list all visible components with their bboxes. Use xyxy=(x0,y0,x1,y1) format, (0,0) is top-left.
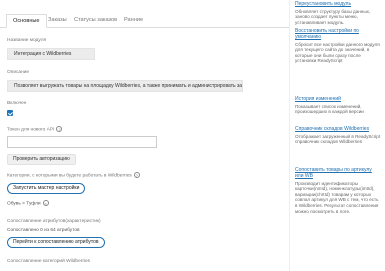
setup-wizard-button[interactable]: Запустить мастер настройки xyxy=(7,183,86,194)
enabled-checkbox[interactable] xyxy=(7,110,13,116)
help-icon[interactable]: ? xyxy=(56,126,63,132)
selected-categories: Обувь > Туфли xyxy=(7,201,41,207)
tab-order-statuses[interactable]: Статусы заказов xyxy=(74,14,117,28)
categories-label: Категории, с которыми вы будете работать… xyxy=(7,173,132,179)
tab-main[interactable]: Основные xyxy=(6,14,47,28)
selected-categories-wrap: Обувь > Туфли × xyxy=(7,200,49,206)
remove-icon[interactable]: × xyxy=(42,200,49,206)
module-name-label: Название модуля xyxy=(7,38,47,43)
tab-early[interactable]: Ранние xyxy=(124,14,143,28)
reinstall-link[interactable]: Переустановить модуль xyxy=(295,1,381,8)
token-label-wrap: Токен для нового API? xyxy=(7,126,63,133)
reinstall-desc: Обновляет структуру базы данных, заново … xyxy=(295,8,371,25)
categories-mapping-label: Сопоставление категорий Wildberries xyxy=(7,259,91,264)
sidebar-item-restore: Восстановить настройки по умолчанию Сбро… xyxy=(295,28,381,64)
help-icon[interactable]: ? xyxy=(133,172,140,178)
attributes-count: Сопоставлено 0 из 64 атрибутов xyxy=(7,228,80,233)
token-label: Токен для нового API xyxy=(7,127,55,133)
restore-desc: Сбросит все настройки данного модуля для… xyxy=(295,41,380,64)
restore-link[interactable]: Восстановить настройки по умолчанию xyxy=(295,28,381,41)
attributes-label: Сопоставление атрибутов(характеристик) xyxy=(7,219,101,224)
sidebar-item-warehouses: Справочник складов Wildberries Отображае… xyxy=(295,126,381,145)
sidebar-item-history: История изменений Показывает список изме… xyxy=(295,96,381,115)
match-desc: Производит идентификаторы карточки(nmId)… xyxy=(295,180,379,214)
module-name-input[interactable]: Интеграция с Wildberries xyxy=(7,48,95,60)
warehouses-link[interactable]: Справочник складов Wildberries xyxy=(295,126,381,133)
sidebar-item-match: Сопоставить товары по артикулу или WB Пр… xyxy=(295,167,381,214)
enabled-label: Включен xyxy=(7,101,27,106)
description-input[interactable]: Позволяет выгружать товары на площадку W… xyxy=(7,80,243,92)
warehouses-desc: Отображает загруженный в ReadyScript спр… xyxy=(295,133,381,145)
attributes-mapping-button[interactable]: Перейти к сопоставлению атрибутов xyxy=(7,237,105,248)
categories-label-wrap: Категории, с которыми вы будете работать… xyxy=(7,172,140,178)
token-input[interactable] xyxy=(7,136,157,148)
history-link[interactable]: История изменений xyxy=(295,96,381,103)
tab-orders[interactable]: Заказы xyxy=(48,14,67,28)
description-label: Описание xyxy=(7,70,30,75)
sidebar: Переустановить модуль Обновляет структур… xyxy=(289,0,385,271)
check-auth-button[interactable]: Проверить авторизацию xyxy=(7,154,76,165)
tab-bar: Основные Заказы Статусы заказов Ранние xyxy=(0,12,289,28)
sidebar-item-reinstall: Переустановить модуль Обновляет структур… xyxy=(295,1,381,26)
history-desc: Показывает список изменений, произошедши… xyxy=(295,103,364,115)
main-panel: Основные Заказы Статусы заказов Ранние Н… xyxy=(0,0,289,271)
match-link[interactable]: Сопоставить товары по артикулу или WB xyxy=(295,167,381,180)
